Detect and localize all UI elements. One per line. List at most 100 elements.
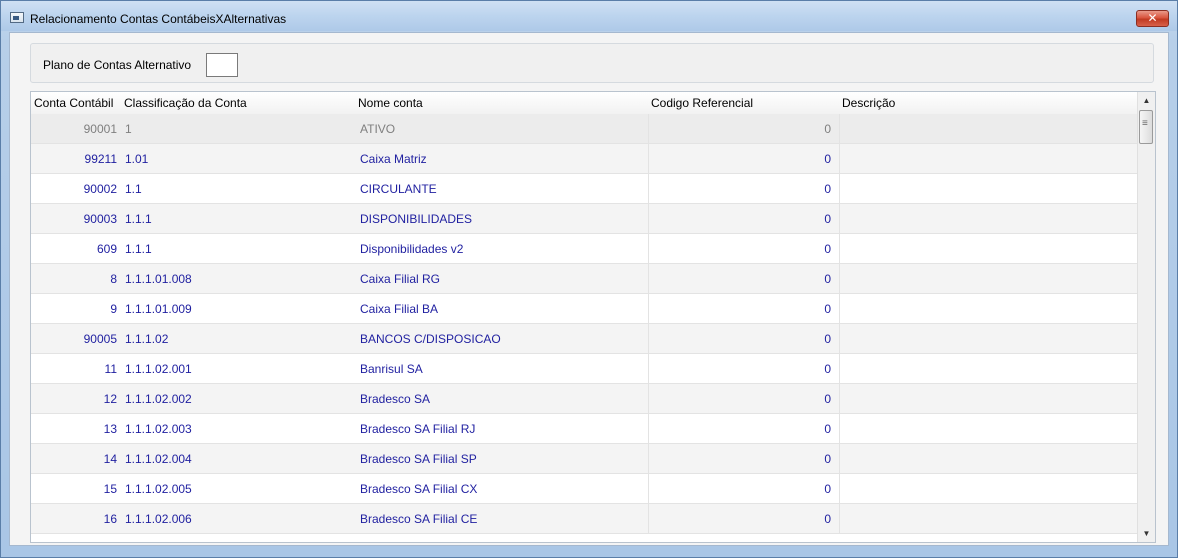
- title-bar[interactable]: Relacionamento Contas ContábeisXAlternat…: [1, 1, 1177, 31]
- cell-codigo-referencial[interactable]: 0: [648, 474, 840, 504]
- cell-classificacao[interactable]: 1.1.1.02.002: [123, 384, 357, 414]
- cell-classificacao[interactable]: 1.1.1: [123, 234, 357, 264]
- cell-classificacao[interactable]: 1.1.1.01.009: [123, 294, 357, 324]
- cell-conta-contabil[interactable]: 11: [31, 354, 121, 384]
- scroll-thumb[interactable]: [1139, 110, 1153, 144]
- cell-classificacao[interactable]: 1.1.1.02: [123, 324, 357, 354]
- cell-codigo-referencial[interactable]: 0: [648, 174, 840, 204]
- table-row[interactable]: 99211 1.01 Caixa Matriz 0: [31, 144, 1137, 174]
- cell-conta-contabil[interactable]: 9: [31, 294, 121, 324]
- column-header-codigo-referencial[interactable]: Codigo Referencial: [648, 92, 840, 114]
- chevron-up-icon[interactable]: ▲: [1138, 92, 1155, 109]
- chevron-down-icon[interactable]: ▼: [1138, 525, 1155, 542]
- cell-conta-contabil[interactable]: 90002: [31, 174, 121, 204]
- cell-conta-contabil[interactable]: 12: [31, 384, 121, 414]
- table-row[interactable]: 14 1.1.1.02.004 Bradesco SA Filial SP 0: [31, 444, 1137, 474]
- cell-classificacao[interactable]: 1: [123, 114, 357, 144]
- cell-conta-contabil[interactable]: 609: [31, 234, 121, 264]
- column-header-nome-conta[interactable]: Nome conta: [355, 92, 648, 114]
- table-row[interactable]: 12 1.1.1.02.002 Bradesco SA 0: [31, 384, 1137, 414]
- plano-contas-input[interactable]: [206, 53, 238, 77]
- cell-conta-contabil[interactable]: 15: [31, 474, 121, 504]
- cell-codigo-referencial[interactable]: 0: [648, 114, 840, 144]
- cell-codigo-referencial[interactable]: 0: [648, 354, 840, 384]
- cell-classificacao[interactable]: 1.01: [123, 144, 357, 174]
- table-row[interactable]: 13 1.1.1.02.003 Bradesco SA Filial RJ 0: [31, 414, 1137, 444]
- cell-codigo-referencial[interactable]: 0: [648, 234, 840, 264]
- cell-descricao[interactable]: [840, 384, 1137, 414]
- cell-nome-conta[interactable]: Bradesco SA: [358, 384, 648, 414]
- cell-descricao[interactable]: [840, 264, 1137, 294]
- cell-classificacao[interactable]: 1.1.1.02.004: [123, 444, 357, 474]
- cell-descricao[interactable]: [840, 474, 1137, 504]
- cell-classificacao[interactable]: 1.1.1.02.005: [123, 474, 357, 504]
- cell-conta-contabil[interactable]: 90005: [31, 324, 121, 354]
- cell-classificacao[interactable]: 1.1.1.01.008: [123, 264, 357, 294]
- cell-nome-conta[interactable]: Caixa Filial RG: [358, 264, 648, 294]
- app-window-icon: [10, 12, 24, 23]
- cell-classificacao[interactable]: 1.1: [123, 174, 357, 204]
- cell-conta-contabil[interactable]: 90001: [31, 114, 121, 144]
- cell-classificacao[interactable]: 1.1.1: [123, 204, 357, 234]
- vertical-scrollbar[interactable]: ▲ ▼: [1137, 92, 1155, 542]
- cell-conta-contabil[interactable]: 16: [31, 504, 121, 534]
- plano-contas-label: Plano de Contas Alternativo: [43, 58, 192, 72]
- cell-conta-contabil[interactable]: 90003: [31, 204, 121, 234]
- cell-nome-conta[interactable]: Bradesco SA Filial RJ: [358, 414, 648, 444]
- cell-descricao[interactable]: [840, 294, 1137, 324]
- cell-descricao[interactable]: [840, 504, 1137, 534]
- cell-codigo-referencial[interactable]: 0: [648, 384, 840, 414]
- cell-descricao[interactable]: [840, 234, 1137, 264]
- table-row[interactable]: 15 1.1.1.02.005 Bradesco SA Filial CX 0: [31, 474, 1137, 504]
- table-row[interactable]: 9 1.1.1.01.009 Caixa Filial BA 0: [31, 294, 1137, 324]
- table-row[interactable]: 8 1.1.1.01.008 Caixa Filial RG 0: [31, 264, 1137, 294]
- table-row[interactable]: 90003 1.1.1 DISPONIBILIDADES 0: [31, 204, 1137, 234]
- cell-descricao[interactable]: [840, 444, 1137, 474]
- cell-conta-contabil[interactable]: 14: [31, 444, 121, 474]
- cell-codigo-referencial[interactable]: 0: [648, 444, 840, 474]
- table-row[interactable]: 90002 1.1 CIRCULANTE 0: [31, 174, 1137, 204]
- cell-nome-conta[interactable]: Bradesco SA Filial SP: [358, 444, 648, 474]
- cell-descricao[interactable]: [840, 324, 1137, 354]
- cell-nome-conta[interactable]: CIRCULANTE: [358, 174, 648, 204]
- cell-nome-conta[interactable]: ATIVO: [358, 114, 648, 144]
- table-row[interactable]: 16 1.1.1.02.006 Bradesco SA Filial CE 0: [31, 504, 1137, 534]
- cell-conta-contabil[interactable]: 13: [31, 414, 121, 444]
- close-button[interactable]: ✕: [1136, 10, 1169, 27]
- cell-nome-conta[interactable]: DISPONIBILIDADES: [358, 204, 648, 234]
- cell-codigo-referencial[interactable]: 0: [648, 264, 840, 294]
- window-title: Relacionamento Contas ContábeisXAlternat…: [30, 12, 287, 26]
- cell-nome-conta[interactable]: Bradesco SA Filial CE: [358, 504, 648, 534]
- cell-classificacao[interactable]: 1.1.1.02.006: [123, 504, 357, 534]
- cell-conta-contabil[interactable]: 8: [31, 264, 121, 294]
- cell-conta-contabil[interactable]: 99211: [31, 144, 121, 174]
- column-header-conta-contabil[interactable]: Conta Contábil: [31, 92, 121, 114]
- cell-codigo-referencial[interactable]: 0: [648, 324, 840, 354]
- cell-descricao[interactable]: [840, 414, 1137, 444]
- cell-classificacao[interactable]: 1.1.1.02.003: [123, 414, 357, 444]
- cell-nome-conta[interactable]: BANCOS C/DISPOSICAO: [358, 324, 648, 354]
- cell-descricao[interactable]: [840, 114, 1137, 144]
- column-header-classificacao[interactable]: Classificação da Conta: [121, 92, 355, 114]
- cell-codigo-referencial[interactable]: 0: [648, 204, 840, 234]
- table-row[interactable]: 11 1.1.1.02.001 Banrisul SA 0: [31, 354, 1137, 384]
- cell-nome-conta[interactable]: Caixa Matriz: [358, 144, 648, 174]
- accounts-grid[interactable]: Conta Contábil Classificação da Conta No…: [30, 91, 1156, 543]
- cell-codigo-referencial[interactable]: 0: [648, 414, 840, 444]
- cell-nome-conta[interactable]: Disponibilidades v2: [358, 234, 648, 264]
- cell-nome-conta[interactable]: Bradesco SA Filial CX: [358, 474, 648, 504]
- cell-codigo-referencial[interactable]: 0: [648, 294, 840, 324]
- cell-descricao[interactable]: [840, 144, 1137, 174]
- cell-codigo-referencial[interactable]: 0: [648, 504, 840, 534]
- cell-classificacao[interactable]: 1.1.1.02.001: [123, 354, 357, 384]
- cell-nome-conta[interactable]: Caixa Filial BA: [358, 294, 648, 324]
- cell-descricao[interactable]: [840, 354, 1137, 384]
- table-row[interactable]: 90001 1 ATIVO 0: [31, 114, 1137, 144]
- table-row[interactable]: 609 1.1.1 Disponibilidades v2 0: [31, 234, 1137, 264]
- cell-descricao[interactable]: [840, 174, 1137, 204]
- table-row[interactable]: 90005 1.1.1.02 BANCOS C/DISPOSICAO 0: [31, 324, 1137, 354]
- cell-descricao[interactable]: [840, 204, 1137, 234]
- column-header-descricao[interactable]: Descrição: [839, 92, 1137, 114]
- cell-codigo-referencial[interactable]: 0: [648, 144, 840, 174]
- cell-nome-conta[interactable]: Banrisul SA: [358, 354, 648, 384]
